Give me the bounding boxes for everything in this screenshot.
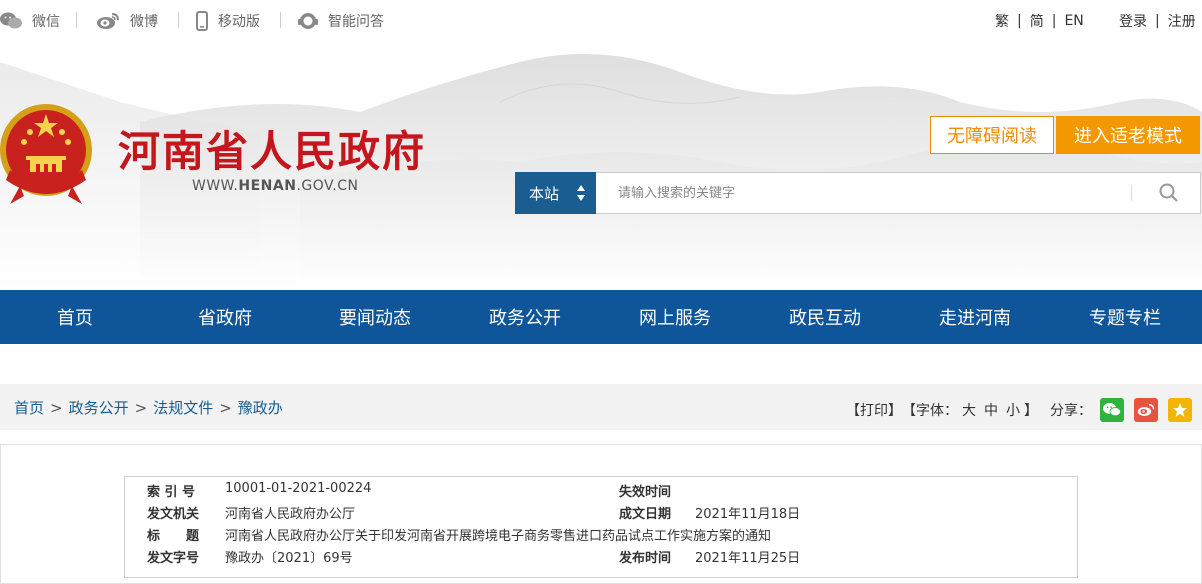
issuer-value: 河南省人民政府办公厅 [225,507,356,522]
traditional-chinese-link[interactable]: 繁 [995,11,1009,31]
nav-interaction[interactable]: 政民互动 [750,290,900,344]
nav-online-services[interactable]: 网上服务 [600,290,750,344]
index-label: 索 引 号 [147,485,196,500]
search-input[interactable] [606,176,1126,210]
issuer-label: 发文机关 [147,507,200,522]
breadcrumb-yuzhengban[interactable]: 豫政办 [238,397,283,418]
search-icon[interactable] [1158,182,1180,204]
mobile-label: 移动版 [218,14,260,30]
star-icon [1173,403,1187,417]
nav-news[interactable]: 要闻动态 [300,290,450,344]
nav-gov-affairs[interactable]: 政务公开 [450,290,600,344]
accessible-reading-button[interactable]: 无障碍阅读 [930,116,1054,154]
site-title[interactable]: 河南省人民政府 [118,118,426,179]
divider [1131,185,1132,201]
title-label: 标 题 [147,529,200,544]
meta-row-index: 索 引 号 10001-01-2021-00224 失效时间 [125,481,1077,503]
index-value: 10001-01-2021-00224 [225,481,372,496]
divider [280,12,281,28]
font-small-link[interactable]: 小 [1006,400,1020,420]
expiry-label: 失效时间 [619,485,672,500]
breadcrumb-home[interactable]: 首页 [14,397,44,418]
print-link[interactable]: 【打印】 [846,400,902,420]
docno-value: 豫政办〔2021〕69号 [225,551,353,566]
national-emblem-logo [0,100,100,208]
date-value: 2021年11月18日 [695,507,801,522]
share-weibo-button[interactable] [1134,398,1158,422]
login-link[interactable]: 登录 [1119,11,1147,31]
top-bar: 微信 微博 移动版 智能问答 繁 | 简 | EN 登录 | 注册 [0,0,1202,42]
breadcrumb-gov-affairs[interactable]: 政务公开 [69,397,129,418]
title-value: 河南省人民政府办公厅关于印发河南省开展跨境电子商务零售进口药品试点工作实施方案的… [225,529,772,544]
meta-row-title: 标 题 河南省人民政府办公厅关于印发河南省开展跨境电子商务零售进口药品试点工作实… [125,525,1077,547]
docno-label: 发文字号 [147,551,200,566]
simplified-chinese-link[interactable]: 简 [1030,11,1044,31]
font-large-link[interactable]: 大 [962,400,976,420]
wechat-icon [0,12,22,30]
main-nav: 首页 省政府 要闻动态 政务公开 网上服务 政民互动 走进河南 专题专栏 [0,290,1202,344]
weibo-label: 微博 [130,14,158,30]
weibo-icon [96,12,120,30]
mobile-link[interactable]: 移动版 [196,11,260,31]
document-metadata-table: 索 引 号 10001-01-2021-00224 失效时间 发文机关 河南省人… [124,476,1078,578]
nav-province-gov[interactable]: 省政府 [150,290,300,344]
auth-links: 登录 | 注册 [1119,11,1196,31]
share-favorite-button[interactable] [1168,398,1192,422]
date-label: 成文日期 [619,507,672,522]
wechat-icon [1103,403,1121,417]
divider [178,12,179,28]
nav-home[interactable]: 首页 [0,290,150,344]
meta-row-docno: 发文字号 豫政办〔2021〕69号 发布时间 2021年11月25日 [125,547,1077,569]
share-label: 分享： [1050,403,1092,419]
mobile-icon [196,11,208,31]
site-url: WWW.HENAN.GOV.CN [192,178,359,194]
share-wechat-button[interactable] [1100,398,1124,422]
breadcrumb: 首页 > 政务公开 > 法规文件 > 豫政办 [14,397,283,418]
register-link[interactable]: 注册 [1168,11,1196,31]
divider [76,12,77,28]
language-switcher: 繁 | 简 | EN [995,11,1084,31]
wechat-label: 微信 [32,14,60,30]
smart-qa-label: 智能问答 [328,14,384,30]
weibo-icon [1137,404,1155,416]
search-scope-label: 本站 [529,184,560,203]
sort-arrows-icon [576,184,586,202]
article-tools: 【打印】 【字体： 大 中 小 】 分享： [846,398,1192,422]
weibo-link[interactable]: 微博 [96,11,158,31]
smart-qa-link[interactable]: 智能问答 [298,11,384,31]
search-scope-select[interactable]: 本站 [515,172,596,214]
publish-label: 发布时间 [619,551,672,566]
nav-about-henan[interactable]: 走进河南 [900,290,1050,344]
english-link[interactable]: EN [1064,13,1083,29]
nav-topics[interactable]: 专题专栏 [1050,290,1200,344]
breadcrumb-regulations[interactable]: 法规文件 [153,397,213,418]
wechat-link[interactable]: 微信 [0,11,60,31]
font-medium-link[interactable]: 中 [984,400,998,420]
publish-value: 2021年11月25日 [695,551,801,566]
elder-mode-button[interactable]: 进入适老模式 [1056,116,1200,154]
meta-row-issuer: 发文机关 河南省人民政府办公厅 成文日期 2021年11月18日 [125,503,1077,525]
chat-bot-icon [298,11,318,31]
